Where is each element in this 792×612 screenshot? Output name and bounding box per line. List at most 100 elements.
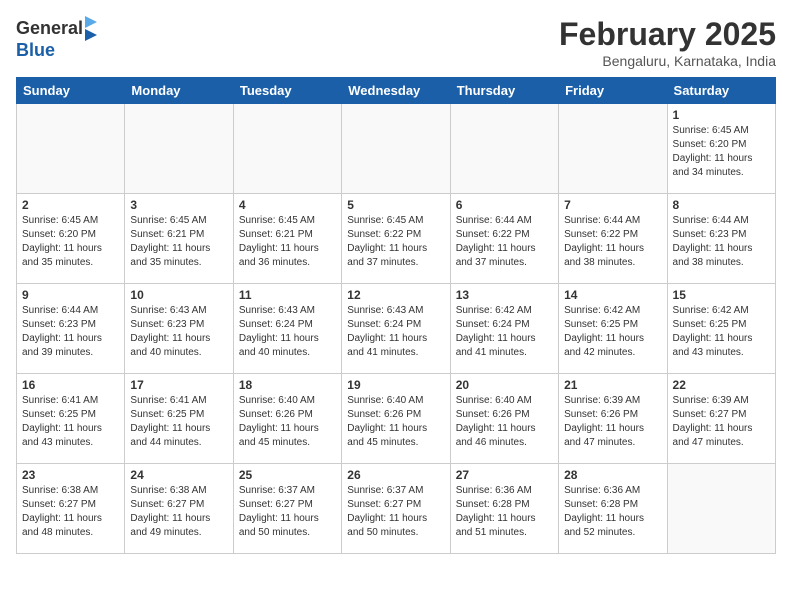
day-info: Sunrise: 6:45 AM Sunset: 6:21 PM Dayligh… [130, 214, 227, 270]
day-number: 16 [22, 378, 119, 392]
day-info: Sunrise: 6:41 AM Sunset: 6:25 PM Dayligh… [130, 394, 227, 450]
day-number: 26 [347, 468, 444, 482]
day-cell: 28 Sunrise: 6:36 AM Sunset: 6:28 PM Dayli… [559, 464, 667, 554]
day-info: Sunrise: 6:44 AM Sunset: 6:22 PM Dayligh… [456, 214, 553, 270]
day-info: Sunrise: 6:44 AM Sunset: 6:22 PM Dayligh… [564, 214, 661, 270]
day-info: Sunrise: 6:42 AM Sunset: 6:25 PM Dayligh… [564, 304, 661, 360]
day-info: Sunrise: 6:45 AM Sunset: 6:21 PM Dayligh… [239, 214, 336, 270]
week-row-5: 23 Sunrise: 6:38 AM Sunset: 6:27 PM Dayli… [17, 464, 776, 554]
day-cell: 1 Sunrise: 6:45 AM Sunset: 6:20 PM Daylig… [667, 104, 775, 194]
month-title: February 2025 [559, 16, 776, 53]
day-cell: 7 Sunrise: 6:44 AM Sunset: 6:22 PM Daylig… [559, 194, 667, 284]
day-number: 6 [456, 198, 553, 212]
day-info: Sunrise: 6:36 AM Sunset: 6:28 PM Dayligh… [456, 484, 553, 540]
day-number: 11 [239, 288, 336, 302]
day-info: Sunrise: 6:45 AM Sunset: 6:20 PM Dayligh… [673, 124, 770, 180]
day-info: Sunrise: 6:41 AM Sunset: 6:25 PM Dayligh… [22, 394, 119, 450]
day-cell: 20 Sunrise: 6:40 AM Sunset: 6:26 PM Dayli… [450, 374, 558, 464]
day-number: 1 [673, 108, 770, 122]
day-cell [450, 104, 558, 194]
day-cell: 14Sunrise: 6:42 AM Sunset: 6:25 PM Dayli… [559, 284, 667, 374]
day-number: 28 [564, 468, 661, 482]
day-info: Sunrise: 6:45 AM Sunset: 6:20 PM Dayligh… [22, 214, 119, 270]
day-cell: 22 Sunrise: 6:39 AM Sunset: 6:27 PM Dayli… [667, 374, 775, 464]
logo-blue: Blue [16, 40, 55, 60]
page-header: General Blue February 2025 Bengaluru, Ka… [16, 16, 776, 69]
day-cell [342, 104, 450, 194]
day-number: 20 [456, 378, 553, 392]
day-info: Sunrise: 6:36 AM Sunset: 6:28 PM Dayligh… [564, 484, 661, 540]
col-header-saturday: Saturday [667, 78, 775, 104]
day-info: Sunrise: 6:40 AM Sunset: 6:26 PM Dayligh… [456, 394, 553, 450]
day-info: Sunrise: 6:37 AM Sunset: 6:27 PM Dayligh… [347, 484, 444, 540]
day-number: 5 [347, 198, 444, 212]
day-info: Sunrise: 6:38 AM Sunset: 6:27 PM Dayligh… [130, 484, 227, 540]
location: Bengaluru, Karnataka, India [559, 53, 776, 69]
col-header-tuesday: Tuesday [233, 78, 341, 104]
day-number: 21 [564, 378, 661, 392]
day-number: 27 [456, 468, 553, 482]
day-cell: 10 Sunrise: 6:43 AM Sunset: 6:23 PM Dayli… [125, 284, 233, 374]
day-cell: 11 Sunrise: 6:43 AM Sunset: 6:24 PM Dayli… [233, 284, 341, 374]
col-header-thursday: Thursday [450, 78, 558, 104]
day-cell: 8Sunrise: 6:44 AM Sunset: 6:23 PM Daylig… [667, 194, 775, 284]
day-number: 25 [239, 468, 336, 482]
day-info: Sunrise: 6:38 AM Sunset: 6:27 PM Dayligh… [22, 484, 119, 540]
day-number: 23 [22, 468, 119, 482]
day-cell: 26 Sunrise: 6:37 AM Sunset: 6:27 PM Dayli… [342, 464, 450, 554]
day-cell: 25 Sunrise: 6:37 AM Sunset: 6:27 PM Dayli… [233, 464, 341, 554]
day-cell: 21 Sunrise: 6:39 AM Sunset: 6:26 PM Dayli… [559, 374, 667, 464]
day-number: 9 [22, 288, 119, 302]
day-number: 17 [130, 378, 227, 392]
day-cell: 2Sunrise: 6:45 AM Sunset: 6:20 PM Daylig… [17, 194, 125, 284]
day-info: Sunrise: 6:39 AM Sunset: 6:27 PM Dayligh… [673, 394, 770, 450]
day-cell [667, 464, 775, 554]
day-info: Sunrise: 6:40 AM Sunset: 6:26 PM Dayligh… [239, 394, 336, 450]
day-info: Sunrise: 6:42 AM Sunset: 6:25 PM Dayligh… [673, 304, 770, 360]
day-info: Sunrise: 6:37 AM Sunset: 6:27 PM Dayligh… [239, 484, 336, 540]
day-cell: 17 Sunrise: 6:41 AM Sunset: 6:25 PM Dayli… [125, 374, 233, 464]
day-info: Sunrise: 6:43 AM Sunset: 6:23 PM Dayligh… [130, 304, 227, 360]
day-cell: 13Sunrise: 6:42 AM Sunset: 6:24 PM Dayli… [450, 284, 558, 374]
day-info: Sunrise: 6:42 AM Sunset: 6:24 PM Dayligh… [456, 304, 553, 360]
day-number: 19 [347, 378, 444, 392]
day-cell: 5 Sunrise: 6:45 AM Sunset: 6:22 PM Daylig… [342, 194, 450, 284]
day-number: 7 [564, 198, 661, 212]
calendar-table: SundayMondayTuesdayWednesdayThursdayFrid… [16, 77, 776, 554]
day-cell: 4 Sunrise: 6:45 AM Sunset: 6:21 PM Daylig… [233, 194, 341, 284]
day-number: 12 [347, 288, 444, 302]
day-cell: 23 Sunrise: 6:38 AM Sunset: 6:27 PM Dayli… [17, 464, 125, 554]
week-row-2: 2Sunrise: 6:45 AM Sunset: 6:20 PM Daylig… [17, 194, 776, 284]
day-info: Sunrise: 6:39 AM Sunset: 6:26 PM Dayligh… [564, 394, 661, 450]
day-info: Sunrise: 6:43 AM Sunset: 6:24 PM Dayligh… [239, 304, 336, 360]
day-info: Sunrise: 6:44 AM Sunset: 6:23 PM Dayligh… [673, 214, 770, 270]
day-number: 4 [239, 198, 336, 212]
title-block: February 2025 Bengaluru, Karnataka, Indi… [559, 16, 776, 69]
header-row: SundayMondayTuesdayWednesdayThursdayFrid… [17, 78, 776, 104]
day-info: Sunrise: 6:44 AM Sunset: 6:23 PM Dayligh… [22, 304, 119, 360]
logo: General Blue [16, 16, 97, 61]
col-header-sunday: Sunday [17, 78, 125, 104]
col-header-monday: Monday [125, 78, 233, 104]
day-info: Sunrise: 6:45 AM Sunset: 6:22 PM Dayligh… [347, 214, 444, 270]
day-cell: 3 Sunrise: 6:45 AM Sunset: 6:21 PM Daylig… [125, 194, 233, 284]
day-number: 22 [673, 378, 770, 392]
day-info: Sunrise: 6:43 AM Sunset: 6:24 PM Dayligh… [347, 304, 444, 360]
col-header-friday: Friday [559, 78, 667, 104]
logo-general: General [16, 19, 83, 39]
day-cell [559, 104, 667, 194]
day-info: Sunrise: 6:40 AM Sunset: 6:26 PM Dayligh… [347, 394, 444, 450]
day-number: 10 [130, 288, 227, 302]
day-cell: 9 Sunrise: 6:44 AM Sunset: 6:23 PM Daylig… [17, 284, 125, 374]
week-row-1: 1 Sunrise: 6:45 AM Sunset: 6:20 PM Daylig… [17, 104, 776, 194]
day-number: 15 [673, 288, 770, 302]
day-cell [125, 104, 233, 194]
day-cell: 19 Sunrise: 6:40 AM Sunset: 6:26 PM Dayli… [342, 374, 450, 464]
day-cell: 15 Sunrise: 6:42 AM Sunset: 6:25 PM Dayli… [667, 284, 775, 374]
week-row-4: 16 Sunrise: 6:41 AM Sunset: 6:25 PM Dayli… [17, 374, 776, 464]
day-cell: 24 Sunrise: 6:38 AM Sunset: 6:27 PM Dayli… [125, 464, 233, 554]
day-number: 3 [130, 198, 227, 212]
day-cell: 6 Sunrise: 6:44 AM Sunset: 6:22 PM Daylig… [450, 194, 558, 284]
day-cell [233, 104, 341, 194]
day-number: 24 [130, 468, 227, 482]
